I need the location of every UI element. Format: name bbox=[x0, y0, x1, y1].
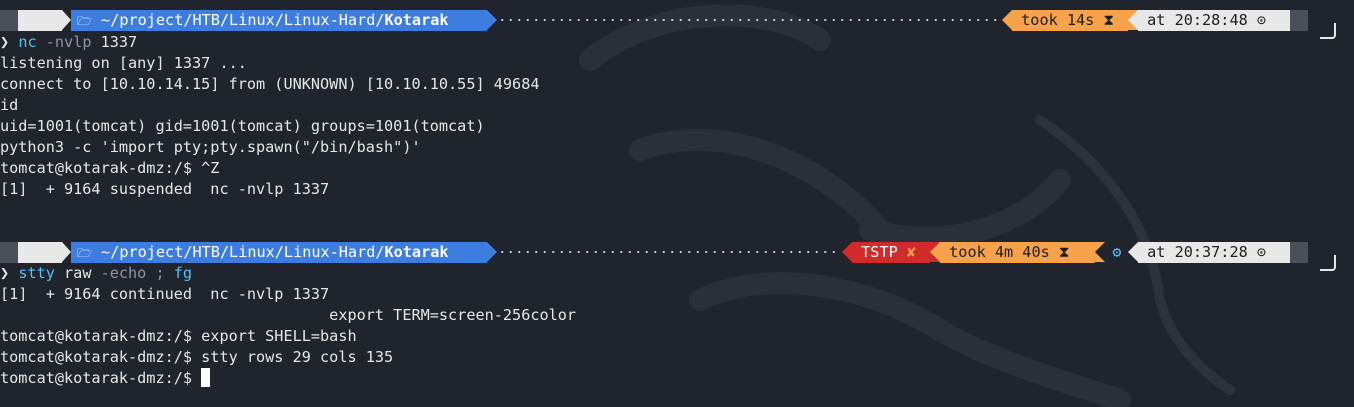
duration-label: took 14s bbox=[1021, 11, 1095, 29]
hourglass-icon: ⧗ bbox=[1103, 11, 1115, 29]
output-line: id bbox=[0, 96, 19, 114]
output-line: uid=1001(tomcat) gid=1001(tomcat) groups… bbox=[0, 117, 485, 135]
path-prefix: ~/project/HTB/Linux/Linux-Hard/ bbox=[101, 11, 385, 29]
segment-separator bbox=[842, 242, 852, 262]
time-label: at 20:28:48 bbox=[1147, 11, 1248, 29]
error-x-icon: ✘ bbox=[906, 243, 917, 261]
output-line: listening on [any] 1337 ... bbox=[0, 54, 247, 72]
prompt-chevron: ❯ bbox=[0, 33, 10, 51]
command-line-1: ❯ nc -nvlp 1337 bbox=[0, 32, 137, 53]
output-line: connect to [10.10.14.15] from (UNKNOWN) … bbox=[0, 75, 540, 93]
status-segment: TSTP ✘ bbox=[852, 242, 930, 263]
text-cursor bbox=[201, 368, 211, 387]
clock-icon: ⊙ bbox=[1256, 11, 1267, 29]
background-jobs-segment: ⚙ bbox=[1105, 242, 1129, 263]
command-args: 1337 bbox=[91, 33, 138, 51]
path-current-dir: Kotarak bbox=[384, 11, 449, 29]
prompt-end-segment bbox=[1290, 242, 1308, 263]
output-line: export TERM=screen-256color bbox=[0, 306, 577, 324]
clock-icon: ⊙ bbox=[1256, 243, 1267, 261]
command-name: nc bbox=[18, 33, 37, 51]
prompt-start-segment bbox=[0, 10, 18, 31]
segment-separator bbox=[930, 242, 940, 262]
path-segment: 🗁 ~/project/HTB/Linux/Linux-Hard/Kotarak bbox=[71, 10, 487, 31]
output-line: [1] + 9164 suspended nc -nvlp 1337 bbox=[0, 180, 330, 198]
time-segment: at 20:28:48 ⊙ bbox=[1138, 10, 1290, 31]
duration-segment: took 14s ⧗ bbox=[1012, 10, 1128, 31]
output-line: [1] + 9164 continued nc -nvlp 1337 bbox=[0, 285, 330, 303]
gear-icon: ⚙ bbox=[1112, 243, 1122, 261]
os-segment: ᐱ bbox=[18, 242, 83, 282]
output-line: tomcat@kotarak-dmz:/$ ^Z bbox=[0, 159, 220, 177]
prompt-chevron: ❯ bbox=[0, 264, 10, 282]
active-input-line[interactable]: tomcat@kotarak-dmz:/$ bbox=[0, 368, 211, 389]
segment-separator bbox=[1128, 242, 1138, 262]
os-segment: ᐱ bbox=[18, 10, 83, 50]
prompt-bar-1: ᐱ 🗁 ~/project/HTB/Linux/Linux-Hard/Kotar… bbox=[0, 10, 1354, 50]
output-line: tomcat@kotarak-dmz:/$ stty rows 29 cols … bbox=[0, 348, 394, 366]
folder-icon: 🗁 bbox=[77, 246, 92, 260]
path-segment: 🗁 ~/project/HTB/Linux/Linux-Hard/Kotarak bbox=[71, 242, 487, 263]
prompt-start-segment bbox=[0, 242, 18, 263]
command-flag: -nvlp bbox=[45, 33, 92, 51]
prompt-bar-2: ᐱ 🗁 ~/project/HTB/Linux/Linux-Hard/Kotar… bbox=[0, 242, 1354, 282]
command-name: stty bbox=[18, 264, 55, 282]
command-args: raw bbox=[54, 264, 101, 282]
hourglass-icon: ⧗ bbox=[1058, 243, 1070, 261]
prompt-corner bbox=[1320, 255, 1336, 271]
folder-icon: 🗁 bbox=[77, 14, 92, 28]
command-separator: ; bbox=[146, 264, 174, 282]
path-current-dir: Kotarak bbox=[384, 243, 449, 261]
time-segment: at 20:37:28 ⊙ bbox=[1138, 242, 1290, 263]
segment-separator bbox=[1095, 242, 1105, 262]
command-name-fg: fg bbox=[173, 264, 193, 282]
prompt-end-segment bbox=[1290, 10, 1308, 31]
output-line: tomcat@kotarak-dmz:/$ export SHELL=bash bbox=[0, 327, 357, 345]
prompt-corner bbox=[1320, 23, 1336, 39]
segment-separator bbox=[487, 10, 497, 30]
shell-prompt: tomcat@kotarak-dmz:/$ bbox=[0, 369, 202, 387]
segment-separator bbox=[487, 242, 497, 262]
segment-separator bbox=[1002, 10, 1012, 30]
time-label: at 20:37:28 bbox=[1147, 243, 1248, 261]
command-line-2: ❯ stty raw -echo ; fg bbox=[0, 263, 192, 284]
segment-separator bbox=[1128, 10, 1138, 30]
segment-separator bbox=[62, 242, 71, 262]
prompt-filler-dots bbox=[498, 19, 998, 21]
duration-label: took 4m 40s bbox=[949, 243, 1050, 261]
status-label: TSTP bbox=[861, 243, 898, 261]
command-flag: -echo bbox=[100, 264, 147, 282]
prompt-filler-dots bbox=[498, 251, 838, 253]
output-line: python3 -c 'import pty;pty.spawn("/bin/b… bbox=[0, 138, 421, 156]
duration-segment: took 4m 40s ⧗ bbox=[940, 242, 1095, 263]
path-prefix: ~/project/HTB/Linux/Linux-Hard/ bbox=[101, 243, 385, 261]
segment-separator bbox=[62, 10, 71, 30]
